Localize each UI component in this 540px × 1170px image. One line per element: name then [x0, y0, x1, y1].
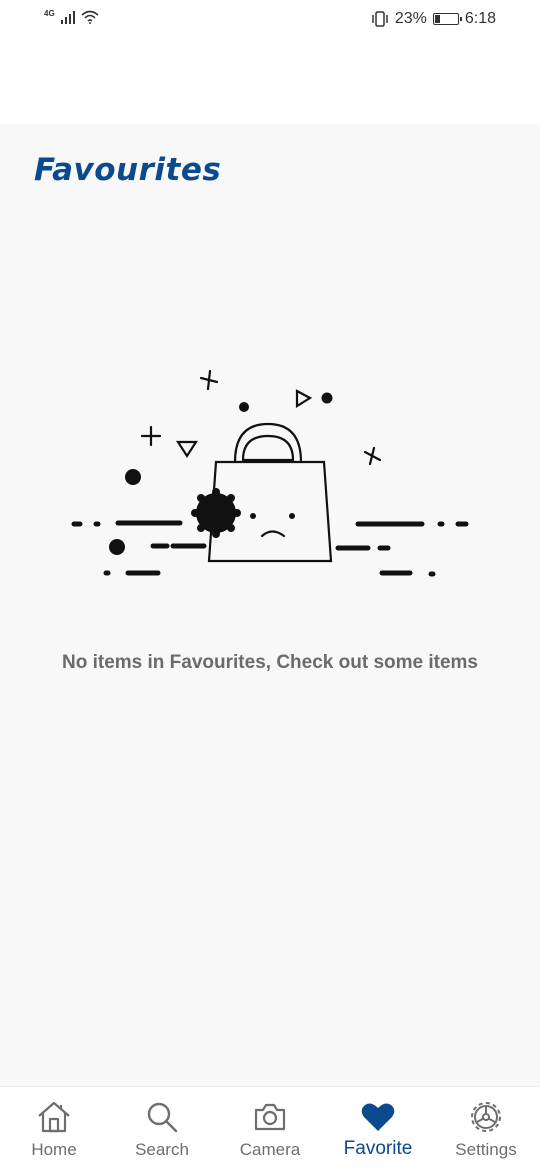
nav-search-label: Search — [135, 1140, 189, 1159]
home-icon — [36, 1099, 72, 1135]
status-right: 23% 6:18 — [371, 10, 496, 28]
nav-home-label: Home — [31, 1140, 77, 1159]
battery-level — [434, 15, 440, 23]
empty-favourites-message: No items in Favourites, Check out some i… — [62, 652, 478, 673]
wifi-icon — [81, 10, 99, 24]
sad-shopping-bag-illustration — [71, 369, 469, 577]
settings-icon — [468, 1099, 504, 1135]
page-title: Favourites — [34, 152, 222, 188]
clock: 6:18 — [464, 10, 496, 27]
nav-favorite[interactable]: Favorite — [324, 1087, 432, 1170]
network-type: 4G — [44, 9, 55, 18]
signal-icon — [60, 10, 75, 24]
bottom-navigation: Home Search Camera Favorite Settings — [0, 1086, 540, 1170]
favourites-page: Favourites No items in Favourites, Check… — [0, 124, 540, 1086]
nav-camera-label: Camera — [239, 1140, 301, 1159]
battery-icon — [432, 13, 462, 25]
heart-icon — [360, 1099, 396, 1135]
nav-search[interactable]: Search — [108, 1087, 216, 1170]
header — [0, 40, 540, 124]
nav-home[interactable]: Home — [0, 1087, 108, 1170]
vibrate-icon — [372, 11, 388, 27]
status-left: 4G — [44, 9, 99, 24]
battery-percent: 23% — [394, 10, 427, 27]
camera-icon — [252, 1099, 288, 1135]
nav-favorite-label: Favorite — [343, 1138, 413, 1159]
nav-settings[interactable]: Settings — [432, 1087, 540, 1170]
search-icon — [144, 1099, 180, 1135]
nav-camera[interactable]: Camera — [216, 1087, 324, 1170]
status-bar: 4G 23% 6:18 — [0, 0, 540, 40]
nav-settings-label: Settings — [455, 1140, 517, 1159]
